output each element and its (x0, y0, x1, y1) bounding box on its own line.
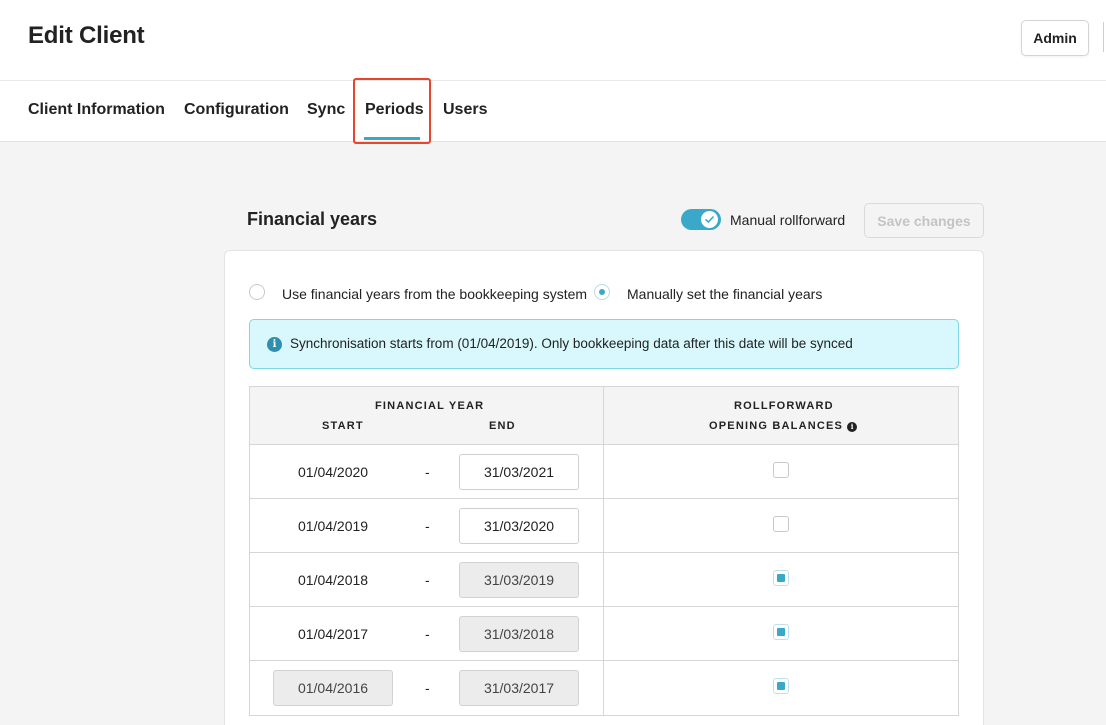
table-row: 01/04/2019 - (250, 499, 958, 553)
check-icon (705, 216, 714, 223)
table-header: FINANCIAL YEAR START END ROLLFORWARD OPE… (250, 387, 958, 445)
start-date: 01/04/2018 (298, 572, 369, 588)
end-date-input[interactable] (459, 508, 579, 544)
start-date: 01/04/2019 (298, 518, 369, 534)
admin-button[interactable]: Admin (1021, 20, 1089, 56)
date-separator: - (425, 680, 430, 696)
end-date-input (459, 562, 579, 598)
end-date-input (459, 670, 579, 706)
header-opening-balances: OPENING BALANCES (709, 420, 844, 432)
header-rollforward: ROLLFORWARD (734, 400, 834, 412)
header-financial-year: FINANCIAL YEAR (375, 400, 485, 412)
info-icon: i (267, 337, 282, 352)
date-separator: - (425, 626, 430, 642)
info-icon[interactable]: i (847, 422, 858, 432)
end-date-input[interactable] (459, 454, 579, 490)
section-title: Financial years (247, 209, 378, 229)
start-date: 01/04/2020 (298, 464, 369, 480)
page-title: Edit Client (28, 22, 145, 49)
top-bar: Edit Client Admin (0, 0, 1106, 81)
header-opening-balances-wrap: OPENING BALANCES i (709, 420, 858, 432)
financial-years-table: FINANCIAL YEAR START END ROLLFORWARD OPE… (249, 386, 959, 716)
table-row: - (250, 661, 958, 715)
tab-periods[interactable]: Periods (365, 101, 424, 119)
rollforward-checkbox[interactable] (773, 570, 789, 586)
rollforward-checkbox[interactable] (773, 516, 789, 532)
toggle-label: Manual rollforward (730, 212, 846, 228)
info-text: Synchronisation starts from (01/04/2019)… (290, 336, 853, 351)
tab-configuration[interactable]: Configuration (184, 101, 289, 119)
start-date: 01/04/2017 (298, 626, 369, 642)
rollforward-checkbox[interactable] (773, 462, 789, 478)
tab-users[interactable]: Users (443, 101, 487, 119)
info-banner: i Synchronisation starts from (01/04/201… (249, 319, 959, 369)
date-separator: - (425, 464, 430, 480)
rollforward-checkbox[interactable] (773, 624, 789, 640)
table-row: 01/04/2017 - (250, 607, 958, 661)
header-start: START (322, 420, 364, 432)
date-separator: - (425, 572, 430, 588)
rollforward-checkbox[interactable] (773, 678, 789, 694)
tab-client-information[interactable]: Client Information (28, 101, 165, 119)
end-date-input (459, 616, 579, 652)
start-date-input (273, 670, 393, 706)
date-separator: - (425, 518, 430, 534)
save-changes-button[interactable]: Save changes (864, 203, 984, 238)
header-end: END (489, 420, 516, 432)
table-row: 01/04/2020 - (250, 445, 958, 499)
manual-rollforward-toggle[interactable] (681, 209, 721, 230)
divider (1103, 22, 1104, 52)
manual-radio-label[interactable]: Manually set the financial years (627, 286, 822, 302)
bookkeeping-radio-label[interactable]: Use financial years from the bookkeeping… (282, 286, 587, 302)
manual-radio[interactable] (594, 284, 610, 300)
table-row: 01/04/2018 - (250, 553, 958, 607)
tab-sync[interactable]: Sync (307, 101, 345, 119)
active-tab-indicator (364, 137, 420, 140)
toggle-knob (701, 211, 718, 228)
bookkeeping-radio[interactable] (249, 284, 265, 300)
tab-bar: Client Information Configuration Sync Pe… (0, 81, 1106, 142)
